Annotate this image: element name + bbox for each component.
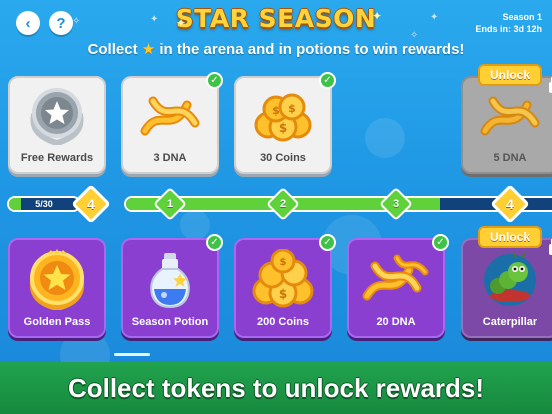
- check-icon: ✓: [432, 234, 449, 251]
- card-label: Season Potion: [131, 316, 209, 328]
- subtitle-text-start: Collect: [87, 41, 138, 58]
- card-label: Golden Pass: [23, 316, 91, 328]
- scroll-indicator[interactable]: [114, 353, 150, 356]
- current-level-diamond: 4: [71, 184, 111, 224]
- sparkle-icon: ✦: [176, 16, 187, 30]
- dna-icon: [480, 96, 540, 136]
- card-label: Caterpillar: [482, 316, 538, 328]
- season-label: Season 1: [502, 12, 542, 22]
- next-level-number: 4: [506, 195, 514, 212]
- coins-icon: $ $: [252, 249, 314, 308]
- card-label: 30 Coins: [260, 152, 306, 164]
- milestone-number: 1: [166, 198, 174, 210]
- token-progress-bar: 5/30: [7, 196, 81, 212]
- reward-card-season-potion[interactable]: Season Potion ✓: [121, 234, 223, 338]
- star-icon: ★: [141, 41, 156, 58]
- unlock-badge[interactable]: Unlock: [477, 226, 543, 248]
- card-label: Free Rewards: [20, 152, 94, 164]
- season-progress-track: [124, 196, 552, 212]
- card-label: 20 DNA: [376, 316, 416, 328]
- svg-text:$: $: [280, 257, 287, 268]
- banner-text: Collect tokens to unlock rewards!: [67, 372, 485, 403]
- dna-icon: [362, 254, 429, 301]
- token-progress-text: 5/30: [35, 199, 53, 209]
- reward-card-20-dna[interactable]: 20 DNA ✓: [347, 234, 449, 338]
- reward-card-caterpillar[interactable]: Caterpillar Unlock: [461, 226, 552, 338]
- reward-card-200-coins[interactable]: $ $ 200 Coins ✓: [234, 234, 336, 338]
- reward-card-30-coins[interactable]: $ $ $ 30 Coins ✓: [234, 72, 336, 174]
- svg-text:$: $: [279, 287, 287, 301]
- milestone-number: 2: [279, 198, 287, 210]
- card-label: 3 DNA: [153, 152, 187, 164]
- bg-bubble: [180, 210, 210, 240]
- check-icon: ✓: [319, 72, 336, 89]
- milestone-diamond: 2: [266, 187, 300, 221]
- milestone-number: 3: [392, 198, 400, 210]
- subtitle: Collect ★ in the arena and in potions to…: [0, 40, 552, 58]
- medal-star-icon: [30, 88, 84, 145]
- unlock-badge[interactable]: Unlock: [477, 64, 543, 86]
- reward-card-3-dna[interactable]: 3 DNA ✓: [121, 72, 223, 174]
- dna-icon: [140, 96, 200, 136]
- page-title: STAR SEASON: [175, 4, 377, 33]
- free-rewards-card[interactable]: Free Rewards: [8, 76, 106, 174]
- check-icon: ✓: [319, 234, 336, 251]
- svg-text:$: $: [279, 121, 287, 135]
- caterpillar-icon: [484, 252, 536, 306]
- season-ends-label: Ends in: 3d 12h: [475, 24, 542, 34]
- svg-text:$: $: [288, 102, 296, 115]
- season-info: Season 1 Ends in: 3d 12h: [475, 11, 542, 35]
- card-label: 200 Coins: [257, 316, 309, 328]
- footer-banner: Collect tokens to unlock rewards!: [0, 362, 552, 414]
- check-icon: ✓: [206, 72, 223, 89]
- golden-pass-card[interactable]: Golden Pass: [8, 238, 106, 338]
- subtitle-text-end: in the arena and in potions to win rewar…: [159, 41, 465, 58]
- card-label: 5 DNA: [493, 152, 527, 164]
- milestone-diamond: 3: [379, 187, 413, 221]
- svg-text:$: $: [272, 104, 280, 117]
- potion-icon: [150, 253, 190, 309]
- golden-star-badge-icon: [29, 249, 85, 310]
- bg-bubble: [365, 118, 405, 158]
- next-level-diamond: 4: [490, 184, 530, 224]
- coins-icon: $ $ $: [254, 93, 312, 142]
- check-icon: ✓: [206, 234, 223, 251]
- reward-card-5-dna[interactable]: 5 DNA Unlock: [461, 64, 552, 174]
- current-level-number: 4: [87, 195, 95, 212]
- sparkle-icon: ✦: [372, 9, 383, 23]
